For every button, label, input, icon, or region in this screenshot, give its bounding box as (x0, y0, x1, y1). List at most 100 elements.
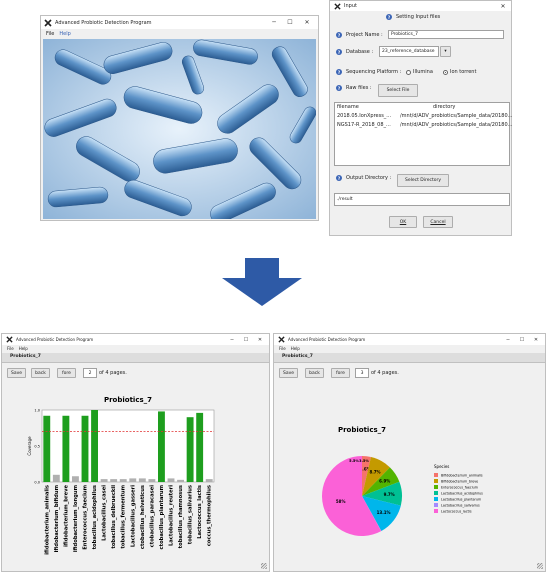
pie-titlebar: Advanced Probiotic Detection Program ─ ☐… (274, 334, 545, 345)
menu-file[interactable]: File (279, 346, 286, 351)
bacteria-image (43, 39, 316, 219)
slice-label: 8.7% (369, 470, 380, 475)
legend-entry: Lactobacillus_plantarum (441, 497, 481, 501)
maximize-icon[interactable]: ☐ (515, 334, 529, 345)
minimize-icon[interactable]: ─ (267, 16, 281, 29)
legend-entry: Enterococcus_faecium (441, 485, 478, 489)
main-menubar: File Help (41, 29, 318, 38)
x-tick-label: Lactococcus_lactis (197, 485, 203, 539)
radio-illumina[interactable] (406, 70, 411, 75)
bar (52, 474, 60, 482)
close-icon[interactable]: ✕ (300, 16, 314, 29)
close-icon[interactable]: ✕ (496, 1, 510, 11)
slice-label: 13.1% (377, 510, 391, 515)
x-tick-label: ctobacillus_helveticus (140, 485, 146, 549)
help-icon[interactable]: ? (336, 49, 342, 55)
x-tick-label: ifidobacterium_breve (63, 485, 69, 547)
database-select[interactable]: 23_reference_database (379, 46, 439, 57)
project-name-input[interactable]: Probiotics_7 (388, 30, 504, 39)
table-row[interactable]: /mnt/d/ADV_probiotics/Sample_data/20180.… (400, 122, 512, 128)
table-row[interactable]: NGS17-R_2018_08_... (337, 122, 391, 128)
table-row[interactable]: 2018.05.IonXpress_... (337, 113, 391, 119)
project-name-label: Project Name : (346, 32, 383, 38)
bar (129, 478, 137, 482)
page-count-label: of 4 pages. (99, 370, 127, 376)
tab-probiotics[interactable]: Probiotics_7 (2, 353, 269, 363)
radio-iontorrent[interactable] (443, 70, 448, 75)
x-tick-label: tobacillus_salivarius (188, 485, 194, 544)
resize-grip[interactable] (261, 563, 267, 569)
select-file-button[interactable]: Select File (378, 84, 418, 97)
menu-help[interactable]: Help (19, 346, 28, 351)
fore-button[interactable]: fore (331, 368, 350, 378)
help-icon[interactable]: ? (336, 69, 342, 75)
menu-file[interactable]: File (7, 346, 14, 351)
column-header-directory[interactable]: directory (433, 104, 455, 110)
chart-title: Probiotics_7 (338, 426, 386, 434)
legend-swatch (434, 479, 438, 483)
close-icon[interactable]: ✕ (529, 334, 543, 345)
bar (43, 415, 51, 482)
database-dropdown-button[interactable]: ▾ (440, 46, 451, 57)
x-tick-label: tobacillus_rhamnosus (178, 485, 184, 548)
x-tick-label: Lactobacillus_reuteri (169, 485, 175, 546)
pie-chart: Probiotics_73.6%8.7%6.9%9.7%13.1%58%5.5%… (322, 426, 483, 536)
x-tick-label: coccus_thermophilus (207, 485, 213, 546)
x-tick-label: ctobacillus_plantarum (159, 485, 165, 549)
maximize-icon[interactable]: ☐ (239, 334, 253, 345)
bar (100, 479, 108, 482)
x-tick-label: ifidobacterium_bifidum (54, 485, 60, 552)
save-button[interactable]: Save (7, 368, 26, 378)
close-icon[interactable]: ✕ (253, 334, 267, 345)
radio-iontorrent-label: Ion torrent (450, 69, 477, 75)
legend-entry: Lactococcus_lactis (441, 509, 472, 513)
page-input[interactable]: 2 (83, 368, 97, 378)
save-button[interactable]: Save (279, 368, 298, 378)
minimize-icon[interactable]: ─ (225, 334, 239, 345)
down-arrow-icon (222, 258, 302, 306)
y-tick-label: 1.0 (34, 409, 40, 413)
minimize-icon[interactable]: ─ (501, 334, 515, 345)
x-tick-label: tobacillus_delbrueckii (111, 485, 117, 549)
bar-chart-window: Advanced Probiotic Detection Program ─ ☐… (1, 333, 270, 572)
help-icon[interactable]: ? (336, 32, 342, 38)
legend-swatch (434, 509, 438, 513)
bar (119, 479, 127, 482)
dialog-titlebar: Input ✕ (330, 1, 511, 11)
app-x-icon (277, 336, 285, 344)
input-dialog: Input ✕ ? Setting Input files ? Project … (329, 0, 512, 236)
back-button[interactable]: back (31, 368, 50, 378)
help-icon[interactable]: ? (336, 85, 342, 91)
raw-files-label: Raw files : (346, 85, 372, 91)
legend-swatch (434, 473, 438, 477)
legend-entry: Bifidobacterium_breve (441, 479, 478, 483)
bar (110, 479, 118, 482)
cancel-button[interactable]: Cancel (423, 216, 453, 228)
platform-label: Sequencing Platform : (346, 69, 402, 75)
dialog-title: Input (344, 3, 357, 9)
menu-file[interactable]: File (46, 31, 54, 37)
menu-help[interactable]: Help (59, 31, 70, 37)
fore-button[interactable]: fore (57, 368, 76, 378)
tab-probiotics[interactable]: Probiotics_7 (274, 353, 545, 363)
bar (186, 417, 194, 482)
select-directory-button[interactable]: Select Directory (397, 174, 449, 187)
maximize-icon[interactable]: ☐ (283, 16, 297, 29)
table-row[interactable]: /mnt/d/ADV_probiotics/Sample_data/20180.… (400, 113, 512, 119)
back-button[interactable]: back (305, 368, 324, 378)
menu-help[interactable]: Help (291, 346, 300, 351)
ok-button[interactable]: OK (389, 216, 417, 228)
column-header-filename[interactable]: filename (337, 104, 359, 110)
slice-label: 9.7% (384, 492, 395, 497)
bar-window-title: Advanced Probiotic Detection Program (16, 337, 94, 342)
bar-chart: Probiotics_7 0.0 0.5 1.0 Coverage ifidobacter… (27, 396, 215, 555)
legend-title: Species (434, 464, 449, 469)
bar-titlebar: Advanced Probiotic Detection Program ─ ☐… (2, 334, 269, 345)
page-input[interactable]: 3 (355, 368, 369, 378)
help-icon[interactable]: ? (336, 175, 342, 181)
output-dir-input[interactable]: ./result (334, 193, 510, 206)
bar (167, 478, 175, 482)
resize-grip[interactable] (537, 563, 543, 569)
bar (205, 479, 213, 482)
tab-label: Probiotics_7 (282, 354, 313, 359)
